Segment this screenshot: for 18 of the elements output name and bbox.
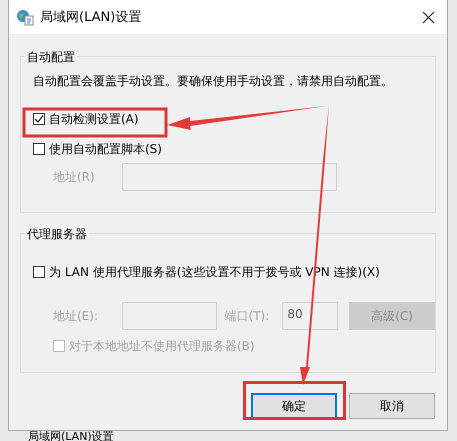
dialog-button[interactable]: 确定	[251, 393, 337, 419]
group-title: 代理服务器	[25, 226, 89, 243]
close-icon[interactable]	[422, 10, 435, 24]
dialog-button[interactable]: 取消	[349, 393, 435, 419]
checkbox[interactable]	[33, 266, 45, 278]
globe-icon	[16, 8, 34, 26]
group-title: 自动配置	[25, 49, 77, 66]
address-field[interactable]	[122, 302, 217, 330]
checkbox-label[interactable]: 使用自动配置脚本(S)	[49, 140, 162, 158]
field-label: 地址(E):	[52, 308, 99, 324]
field-label: 地址(R)	[52, 168, 96, 186]
address-field[interactable]	[122, 163, 337, 191]
checkbox[interactable]	[33, 143, 45, 155]
description-text: 自动配置会覆盖手动设置。要确保使用手动设置，请禁用自动配置。	[33, 73, 394, 90]
checkbox-label[interactable]: 自动检测设置(A)	[49, 110, 139, 128]
window-title: 局域网(LAN)设置	[40, 9, 142, 26]
checkbox[interactable]	[33, 113, 45, 125]
field-label: 端口(T):	[224, 308, 270, 324]
